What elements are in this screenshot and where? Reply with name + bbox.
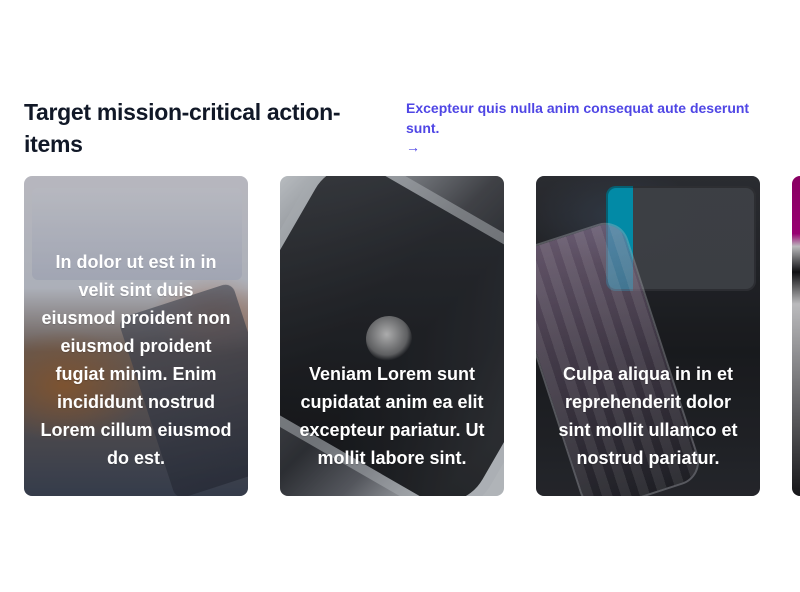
card-1[interactable]: In dolor ut est in in velit sint duis ei…	[24, 176, 248, 496]
card-3-text: Culpa aliqua in in et reprehenderit dolo…	[558, 364, 738, 468]
aside-arrow-label: →	[406, 139, 420, 155]
card-carousel: In dolor ut est in in velit sint duis ei…	[24, 176, 800, 496]
section-aside: Excepteur quis nulla anim consequat aute…	[406, 98, 776, 157]
card-2-text: Veniam Lorem sunt cupidatat anim ea elit…	[299, 364, 485, 468]
aside-arrow-link[interactable]: →	[406, 138, 420, 156]
card-4-partial[interactable]	[792, 176, 800, 496]
section-header: Target mission-critical action-items Exc…	[24, 96, 784, 160]
content-section: Target mission-critical action-items Exc…	[0, 0, 800, 592]
card-3[interactable]: Culpa aliqua in in et reprehenderit dolo…	[536, 176, 760, 496]
card-2[interactable]: Veniam Lorem sunt cupidatat anim ea elit…	[280, 176, 504, 496]
aside-text: Excepteur quis nulla anim consequat aute…	[406, 100, 750, 136]
card-1-text: In dolor ut est in in velit sint duis ei…	[40, 252, 232, 468]
card-image-overlay	[792, 176, 800, 496]
section-title: Target mission-critical action-items	[24, 99, 341, 157]
